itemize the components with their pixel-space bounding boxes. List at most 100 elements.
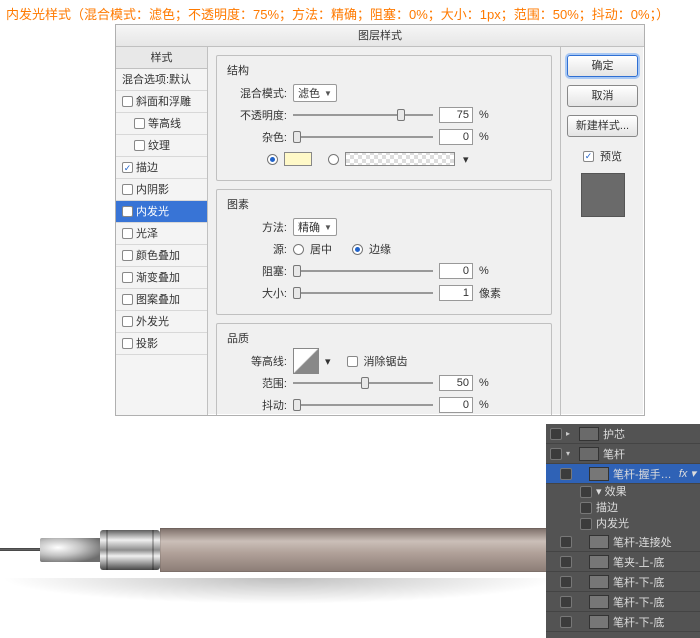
range-input[interactable]: 50 xyxy=(439,375,473,391)
style-row-0[interactable]: 斜面和浮雕 xyxy=(116,91,207,113)
antialias-label: 消除锯齿 xyxy=(364,353,408,369)
range-unit: % xyxy=(479,377,489,389)
group-elements: 图素 方法: 精确▼ 源: 居中 边缘 阻塞: 0 % xyxy=(216,189,552,315)
chevron-down-icon[interactable]: ▾ xyxy=(325,355,331,368)
visibility-icon[interactable] xyxy=(550,428,562,440)
layer-label: 笔杆-下-底 xyxy=(613,614,696,630)
style-row-6[interactable]: 光泽 xyxy=(116,223,207,245)
style-row-10[interactable]: 外发光 xyxy=(116,311,207,333)
layer-folder[interactable]: ▾笔杆 xyxy=(546,444,700,464)
layer-row[interactable]: 笔杆-下-底 xyxy=(546,592,700,612)
choke-slider[interactable] xyxy=(293,264,433,278)
group-quality-title: 品质 xyxy=(227,330,541,346)
layer-row[interactable]: 笔杆-下-底 xyxy=(546,572,700,592)
style-checkbox[interactable] xyxy=(122,96,133,107)
preview-checkbox[interactable]: ✓ xyxy=(583,151,594,162)
style-checkbox[interactable]: ✓ xyxy=(122,206,133,217)
layer-folder[interactable]: ▸护芯 xyxy=(546,424,700,444)
noise-input[interactable]: 0 xyxy=(439,129,473,145)
layer-style-dialog: 图层样式 样式 混合选项:默认斜面和浮雕等高线纹理✓描边内阴影✓内发光光泽颜色叠… xyxy=(115,24,645,416)
method-dropdown[interactable]: 精确▼ xyxy=(293,218,337,236)
style-checkbox[interactable] xyxy=(122,316,133,327)
size-unit: 像素 xyxy=(479,285,501,301)
visibility-icon[interactable] xyxy=(560,556,572,568)
style-row-5[interactable]: ✓内发光 xyxy=(116,201,207,223)
jitter-slider[interactable] xyxy=(293,398,433,412)
style-label: 投影 xyxy=(136,333,158,355)
style-row-11[interactable]: 投影 xyxy=(116,333,207,355)
source-edge-radio[interactable] xyxy=(352,244,363,255)
layer-row[interactable]: 笔夹-上-底 xyxy=(546,552,700,572)
style-label: 斜面和浮雕 xyxy=(136,91,191,113)
style-row-7[interactable]: 颜色叠加 xyxy=(116,245,207,267)
style-checkbox[interactable] xyxy=(134,118,145,129)
visibility-icon[interactable] xyxy=(560,468,572,480)
layers-panel: ▸护芯▾笔杆笔杆-握手-底fx ▾▾ 效果描边内发光笔杆-连接处笔夹-上-底笔杆… xyxy=(546,424,700,638)
visibility-icon[interactable] xyxy=(580,502,592,514)
jitter-unit: % xyxy=(479,399,489,411)
layer-effect[interactable]: 描边 xyxy=(546,500,700,516)
fx-badge[interactable]: fx ▾ xyxy=(679,467,696,480)
antialias-checkbox[interactable] xyxy=(347,356,358,367)
layer-effect[interactable]: ▾ 效果 xyxy=(546,484,700,500)
visibility-icon[interactable] xyxy=(550,448,562,460)
size-input[interactable]: 1 xyxy=(439,285,473,301)
style-checkbox[interactable] xyxy=(122,228,133,239)
source-center-radio[interactable] xyxy=(293,244,304,255)
choke-input[interactable]: 0 xyxy=(439,263,473,279)
opacity-slider[interactable] xyxy=(293,108,433,122)
color-radio[interactable] xyxy=(267,154,278,165)
style-checkbox[interactable] xyxy=(122,250,133,261)
gradient-swatch[interactable] xyxy=(345,152,455,166)
dialog-right-column: 确定 取消 新建样式... ✓预览 xyxy=(560,47,644,416)
opacity-input[interactable]: 75 xyxy=(439,107,473,123)
ok-button[interactable]: 确定 xyxy=(567,55,638,77)
noise-slider[interactable] xyxy=(293,130,433,144)
layer-label: 笔杆-握手-底 xyxy=(613,466,675,482)
new-style-button[interactable]: 新建样式... xyxy=(567,115,638,137)
style-checkbox[interactable]: ✓ xyxy=(122,162,133,173)
layer-row[interactable]: 笔杆-连接处 xyxy=(546,532,700,552)
layer-row[interactable]: 笔杆-下-底 xyxy=(546,612,700,632)
chevron-down-icon[interactable]: ▾ xyxy=(463,153,469,166)
blend-options-row[interactable]: 混合选项:默认 xyxy=(116,69,207,91)
style-checkbox[interactable] xyxy=(122,272,133,283)
visibility-icon[interactable] xyxy=(560,596,572,608)
visibility-icon[interactable] xyxy=(580,518,592,530)
styles-header[interactable]: 样式 xyxy=(116,47,207,69)
layer-effect[interactable]: 内发光 xyxy=(546,516,700,532)
visibility-icon[interactable] xyxy=(560,576,572,588)
opacity-label: 不透明度: xyxy=(227,107,287,123)
visibility-icon[interactable] xyxy=(560,616,572,628)
style-row-3[interactable]: ✓描边 xyxy=(116,157,207,179)
disclosure-icon[interactable]: ▸ xyxy=(566,429,575,438)
gradient-radio[interactable] xyxy=(328,154,339,165)
style-row-8[interactable]: 渐变叠加 xyxy=(116,267,207,289)
style-checkbox[interactable] xyxy=(122,184,133,195)
contour-picker[interactable] xyxy=(293,348,319,374)
style-checkbox[interactable] xyxy=(122,338,133,349)
color-swatch[interactable] xyxy=(284,152,312,166)
range-slider[interactable] xyxy=(293,376,433,390)
settings-column: 结构 混合模式: 滤色▼ 不透明度: 75 % 杂色: 0 % xyxy=(208,47,560,416)
layer-thumbnail xyxy=(589,575,609,589)
style-checkbox[interactable] xyxy=(122,294,133,305)
blend-mode-dropdown[interactable]: 滤色▼ xyxy=(293,84,337,102)
style-label: 光泽 xyxy=(136,223,158,245)
visibility-icon[interactable] xyxy=(580,486,592,498)
style-row-2[interactable]: 纹理 xyxy=(116,135,207,157)
visibility-icon[interactable] xyxy=(560,536,572,548)
layer-row[interactable]: 笔杆-握手-底 fx ▾ xyxy=(546,464,700,484)
layer-label: 笔杆-连接处 xyxy=(613,534,696,550)
style-row-9[interactable]: 图案叠加 xyxy=(116,289,207,311)
jitter-label: 抖动: xyxy=(227,397,287,413)
style-row-1[interactable]: 等高线 xyxy=(116,113,207,135)
style-label: 等高线 xyxy=(148,113,181,135)
disclosure-icon[interactable]: ▾ xyxy=(566,449,575,458)
cancel-button[interactable]: 取消 xyxy=(567,85,638,107)
jitter-input[interactable]: 0 xyxy=(439,397,473,413)
source-edge-label: 边缘 xyxy=(369,241,391,257)
size-slider[interactable] xyxy=(293,286,433,300)
style-checkbox[interactable] xyxy=(134,140,145,151)
style-row-4[interactable]: 内阴影 xyxy=(116,179,207,201)
